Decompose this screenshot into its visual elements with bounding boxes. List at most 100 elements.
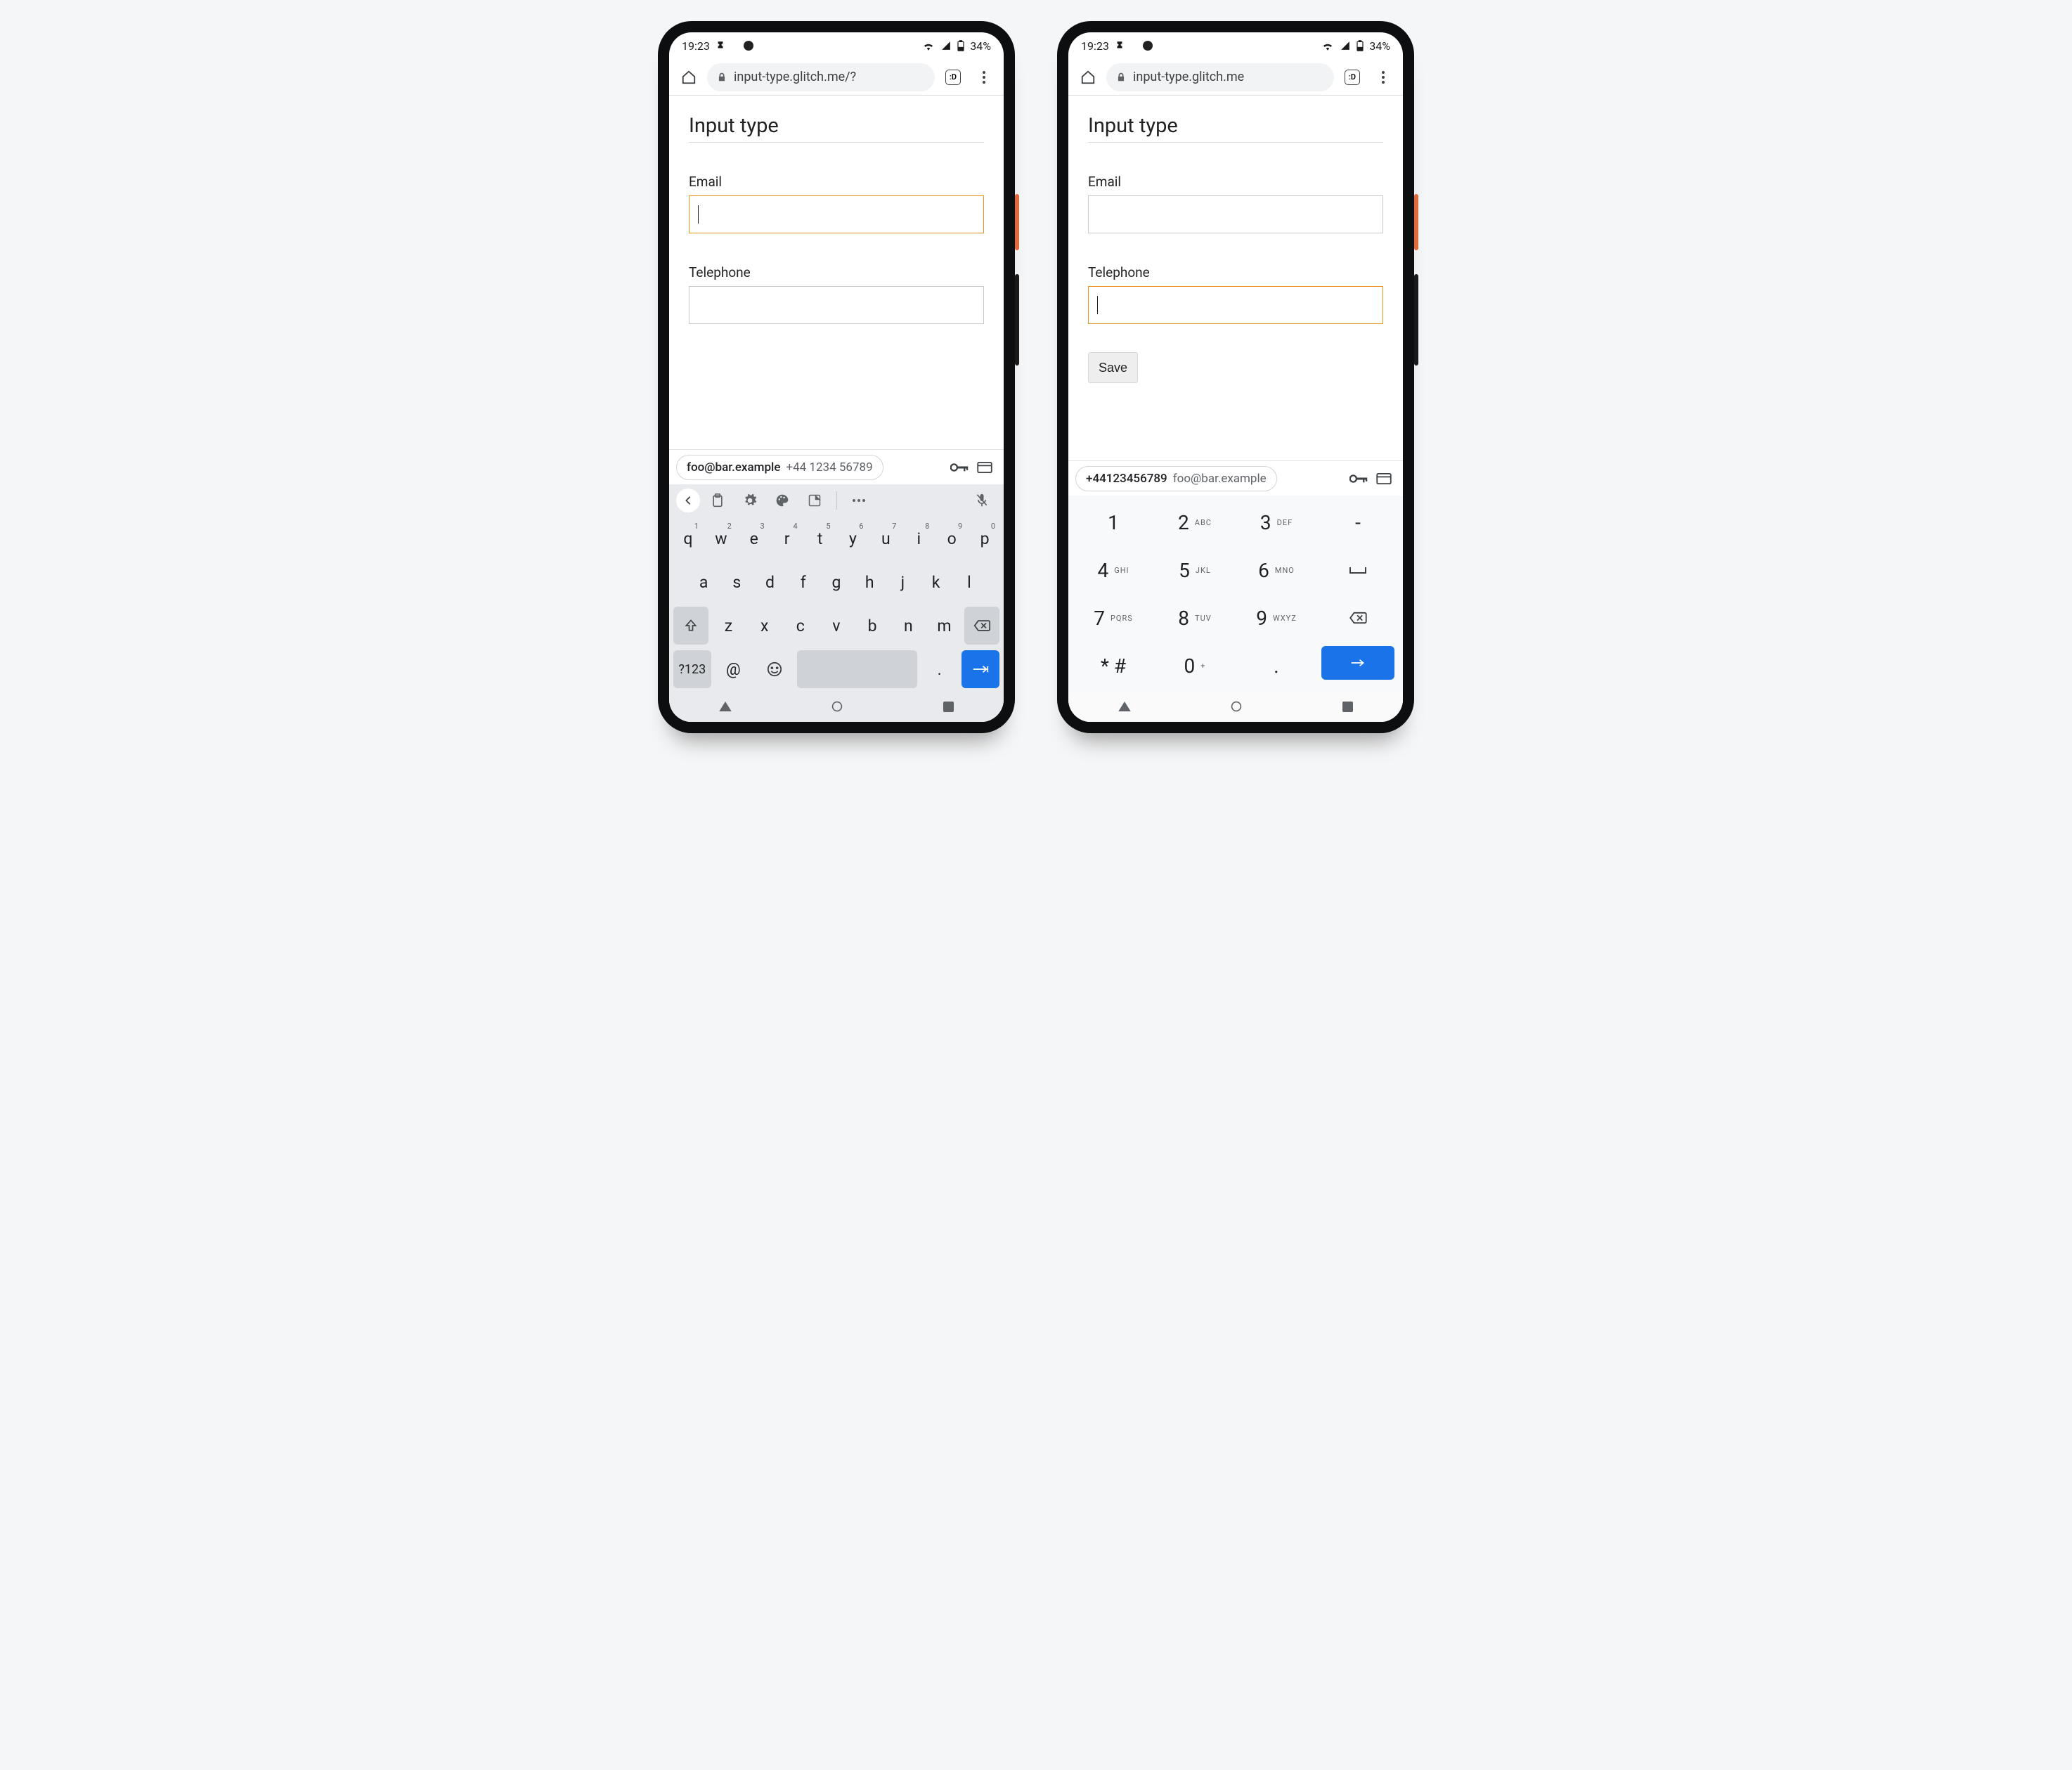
key-l[interactable]: l: [954, 563, 984, 601]
save-button[interactable]: Save: [1088, 352, 1138, 383]
key-x[interactable]: x: [749, 607, 781, 645]
menu-button[interactable]: [971, 65, 997, 90]
space-key[interactable]: [797, 650, 917, 688]
home-button[interactable]: [1075, 65, 1101, 90]
numkey-5[interactable]: 5JKL: [1154, 546, 1236, 594]
key-m[interactable]: m: [928, 607, 960, 645]
enter-key[interactable]: [961, 650, 999, 688]
sticker-button[interactable]: [800, 486, 829, 515]
key-d[interactable]: d: [755, 563, 784, 601]
battery-percent: 34%: [1369, 39, 1390, 53]
numkey-12[interactable]: * #: [1073, 642, 1154, 690]
card-icon[interactable]: [977, 462, 992, 473]
nav-back-icon[interactable]: [719, 702, 732, 711]
signal-icon: [1340, 41, 1351, 51]
key-n[interactable]: n: [892, 607, 924, 645]
key-o[interactable]: o9: [937, 519, 966, 557]
tabs-button[interactable]: :D: [1340, 65, 1365, 90]
key-z[interactable]: z: [712, 607, 744, 645]
key-w[interactable]: w2: [706, 519, 736, 557]
numkey-14[interactable]: .: [1236, 642, 1317, 690]
nav-bar: [1068, 691, 1403, 722]
battery-percent: 34%: [970, 39, 991, 53]
key-v[interactable]: v: [820, 607, 853, 645]
nav-back-icon[interactable]: [1118, 702, 1131, 711]
settings-button[interactable]: [735, 486, 765, 515]
nav-home-icon[interactable]: [1231, 701, 1242, 712]
card-icon[interactable]: [1376, 473, 1392, 484]
numkey-1[interactable]: 2ABC: [1154, 498, 1236, 546]
numkey-3[interactable]: -: [1317, 498, 1399, 546]
key-h[interactable]: h: [855, 563, 884, 601]
key-g[interactable]: g: [822, 563, 851, 601]
home-button[interactable]: [676, 65, 701, 90]
at-key[interactable]: @: [715, 650, 753, 688]
key-a[interactable]: a: [689, 563, 718, 601]
more-button[interactable]: [844, 486, 874, 515]
key-c[interactable]: c: [784, 607, 817, 645]
power-button: [1015, 194, 1019, 250]
autofill-chip[interactable]: +44123456789 foo@bar.example: [1075, 466, 1277, 491]
autofill-chip[interactable]: foo@bar.example +44 1234 56789: [676, 455, 883, 480]
lock-icon: [717, 72, 727, 82]
autofill-suggestion-row: +44123456789 foo@bar.example: [1068, 460, 1403, 496]
key-icon[interactable]: [950, 461, 969, 474]
key-b[interactable]: b: [856, 607, 888, 645]
key-s[interactable]: s: [722, 563, 751, 601]
battery-icon: [1356, 40, 1364, 51]
menu-button[interactable]: [1371, 65, 1396, 90]
key-i[interactable]: i8: [904, 519, 933, 557]
telephone-field[interactable]: [1088, 286, 1383, 324]
symbols-key[interactable]: ?123: [673, 650, 711, 688]
key-u[interactable]: u7: [871, 519, 900, 557]
telephone-field[interactable]: [689, 286, 984, 324]
numkey-10[interactable]: 9WXYZ: [1236, 594, 1317, 642]
emoji-key[interactable]: [756, 650, 794, 688]
mic-off-icon: [976, 493, 988, 508]
nav-home-icon[interactable]: [831, 701, 843, 712]
key-e[interactable]: e3: [739, 519, 769, 557]
key-k[interactable]: k: [921, 563, 951, 601]
key-y[interactable]: y6: [838, 519, 868, 557]
email-field[interactable]: [689, 195, 984, 233]
key-r[interactable]: r4: [772, 519, 802, 557]
key-icon[interactable]: [1349, 472, 1368, 485]
phone-mock-right: 19:23 34% input-type.glitch.me :D: [1057, 21, 1414, 733]
key-f[interactable]: f: [789, 563, 818, 601]
key-row-1: q1w2e3r4t5y6u7i8o9p0: [669, 517, 1004, 560]
nav-recent-icon[interactable]: [943, 702, 954, 712]
clipboard-button[interactable]: [703, 486, 732, 515]
key-row-4: ?123 @ .: [669, 647, 1004, 691]
numkey-2[interactable]: 3DEF: [1236, 498, 1317, 546]
status-bar: 19:23 34%: [669, 32, 1004, 59]
numkey-13[interactable]: 0+: [1154, 642, 1236, 690]
numkey-9[interactable]: 8TUV: [1154, 594, 1236, 642]
backspace-icon: [973, 619, 990, 632]
numkey-4[interactable]: 4GHI: [1073, 546, 1154, 594]
tabs-button[interactable]: :D: [940, 65, 966, 90]
nav-recent-icon[interactable]: [1342, 702, 1353, 712]
numkey-7[interactable]: [1317, 546, 1399, 594]
mic-button[interactable]: [967, 486, 997, 515]
key-j[interactable]: j: [888, 563, 917, 601]
key-t[interactable]: t5: [805, 519, 835, 557]
numkey-11[interactable]: [1317, 594, 1399, 642]
theme-button[interactable]: [768, 486, 797, 515]
numkey-6[interactable]: 6MNO: [1236, 546, 1317, 594]
home-icon: [1080, 70, 1096, 85]
email-field[interactable]: [1088, 195, 1383, 233]
numkey-8[interactable]: 7PQRS: [1073, 594, 1154, 642]
url-bar[interactable]: input-type.glitch.me: [1106, 63, 1334, 91]
key-p[interactable]: p0: [970, 519, 999, 557]
period-key[interactable]: .: [921, 650, 959, 688]
numkey-15[interactable]: [1321, 646, 1394, 680]
url-bar[interactable]: input-type.glitch.me/?: [707, 63, 935, 91]
keyboard-back-button[interactable]: [676, 489, 700, 512]
more-horiz-icon: [852, 498, 866, 503]
key-q[interactable]: q1: [673, 519, 703, 557]
numkey-0[interactable]: 1: [1073, 498, 1154, 546]
backspace-key[interactable]: [964, 607, 999, 645]
shift-key[interactable]: [673, 607, 708, 645]
shift-icon: [684, 619, 698, 633]
autofill-suggestion-row: foo@bar.example +44 1234 56789: [669, 449, 1004, 484]
